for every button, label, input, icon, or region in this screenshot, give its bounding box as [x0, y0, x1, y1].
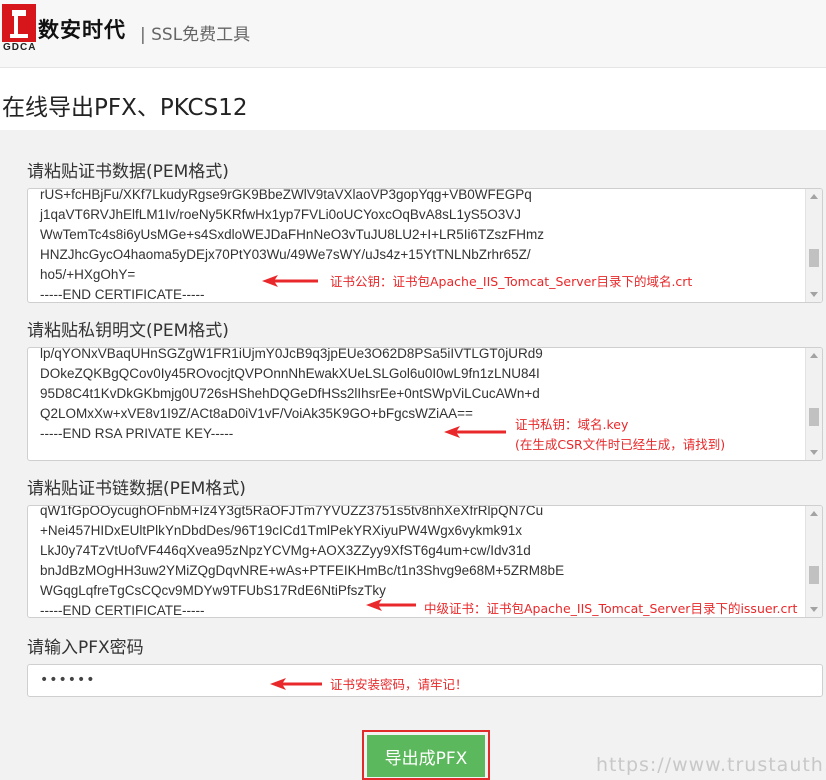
chain-line: bnJdBzMOgHH3uw2YMiZQgDqvNRE+wAs+PTFEIKHm… — [40, 563, 565, 578]
header-bar: 数安时代 GDCA | SSL免费工具 — [0, 0, 826, 68]
scroll-down-icon[interactable] — [810, 607, 818, 612]
scroll-thumb[interactable] — [809, 566, 819, 584]
cert-line: HNZJhcGycO4haoma5yDEjx70PtY03Wu/49We7sWY… — [40, 247, 531, 262]
key-line: lp/qYONxVBaqUHnSGZgW1FR1iUjmY0JcB9q3jpEU… — [40, 347, 543, 361]
arrow-icon — [366, 599, 416, 611]
key-scrollbar[interactable] — [805, 348, 822, 460]
cert-annotation: 证书公钥：证书包Apache_IIS_Tomcat_Server目录下的域名.c… — [330, 274, 693, 289]
cert-line: rUS+fcHBjFu/XKf7LkudyRgse9rGK9BbeZWlV9ta… — [40, 188, 532, 202]
header-tool-label: | SSL免费工具 — [140, 25, 251, 45]
key-annotation-line2: (在生成CSR文件时已经生成，请找到) — [515, 437, 726, 452]
key-line: Q2LOMxXw+xVE8v1I9Z/ACt8aD0iV1vF/VoiAk35K… — [40, 406, 473, 421]
arrow-icon — [270, 678, 322, 690]
key-annotation-line1: 证书私钥：域名.key — [515, 417, 629, 432]
chain-line: +Nei457HIDxEUltPlkYnDbdDes/96T19cICd1Tml… — [40, 523, 523, 538]
scroll-down-icon[interactable] — [810, 450, 818, 455]
arrow-icon — [262, 275, 318, 287]
password-label: 请输入PFX密码 — [27, 638, 144, 658]
chain-line: LkJ0y74TzVtUofVF446qXvea95zNpzYCVMg+AOX3… — [40, 543, 531, 558]
brand-sub: GDCA — [3, 42, 37, 53]
chain-annotation: 中级证书：证书包Apache_IIS_Tomcat_Server目录下的issu… — [424, 601, 798, 616]
cert-scrollbar[interactable] — [805, 189, 822, 302]
chain-line: qW1fGpOOycughOFnbM+Iz4Y3gt5RaOFJTm7YVUZZ… — [40, 505, 544, 518]
arrow-icon — [444, 426, 506, 438]
scroll-down-icon[interactable] — [810, 292, 818, 297]
scroll-up-icon[interactable] — [810, 511, 818, 516]
cert-label: 请粘贴证书数据(PEM格式) — [27, 162, 229, 182]
key-label: 请粘贴私钥明文(PEM格式) — [27, 321, 229, 341]
scroll-up-icon[interactable] — [810, 194, 818, 199]
key-line: DOkeZQKBgQCov0Iy45ROvocjtQVPOnnNhEwakXUe… — [40, 366, 540, 381]
scroll-thumb[interactable] — [809, 408, 819, 426]
key-line: 95D8C4t1KvDkGKbmjg0U726sHShehDQGeDfHSs2l… — [40, 386, 540, 401]
chain-scrollbar[interactable] — [805, 506, 822, 617]
export-button-highlight: 导出成PFX — [362, 730, 490, 780]
chain-label: 请粘贴证书链数据(PEM格式) — [27, 479, 246, 499]
cert-line: WwTemTc4s8i6yUsMGe+s4SxdloWEJDaFHnNeO3vT… — [40, 227, 545, 242]
scroll-up-icon[interactable] — [810, 353, 818, 358]
cert-line: j1qaVT6RVJhElfLM1Iv/roeNy5KRfwHx1yp7FVLi… — [40, 207, 521, 222]
page-title: 在线导出PFX、PKCS12 — [2, 95, 248, 121]
export-pfx-button[interactable]: 导出成PFX — [367, 735, 485, 777]
password-annotation: 证书安装密码，请牢记！ — [330, 677, 468, 692]
watermark: https://www.trustauth.cn — [596, 754, 826, 776]
brand-name: 数安时代 — [38, 18, 126, 42]
gdca-logo-icon — [2, 4, 36, 42]
scroll-thumb[interactable] — [809, 249, 819, 267]
